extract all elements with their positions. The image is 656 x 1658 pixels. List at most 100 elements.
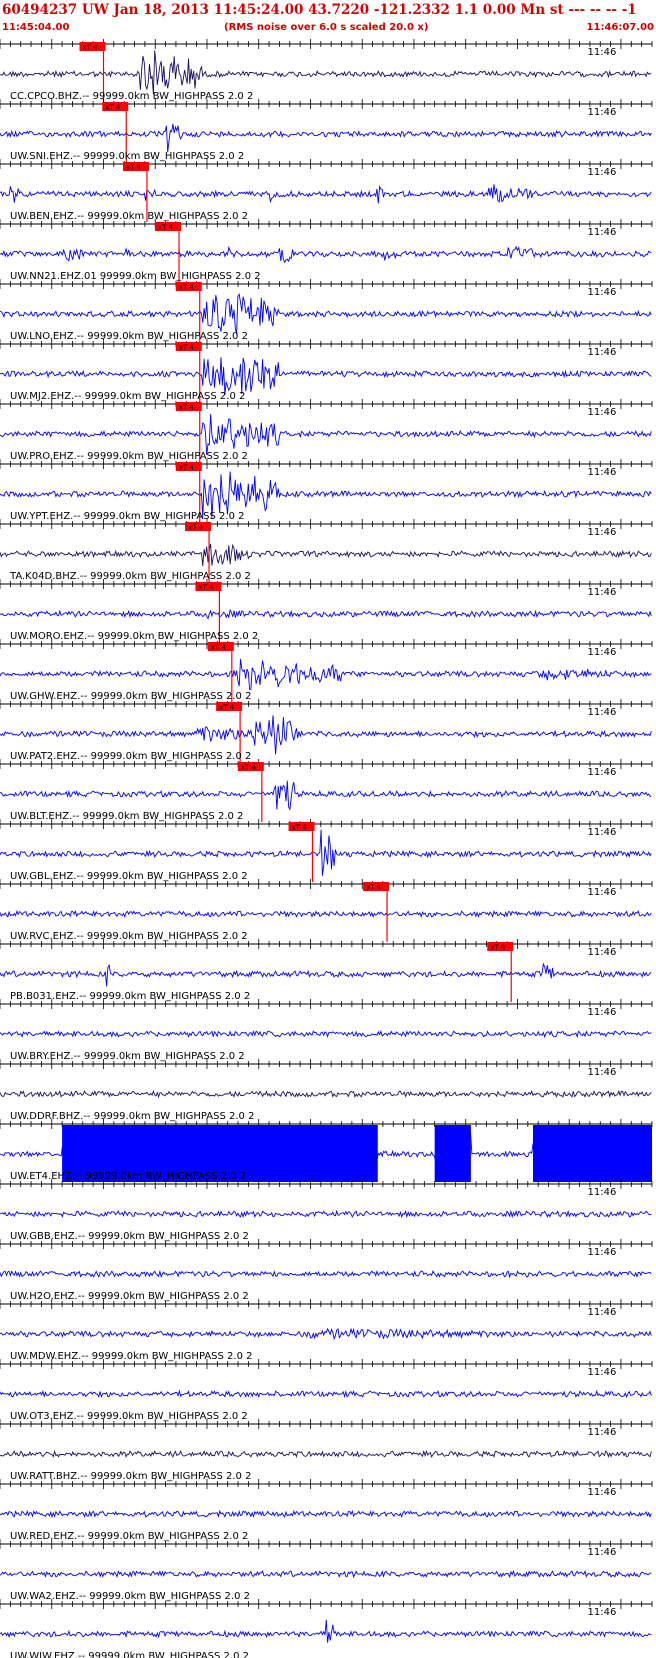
- station-label: UW.LNO.EHZ.-- 99999.0km BW_HIGHPASS 2.0 …: [10, 331, 248, 342]
- pick-label: xT 4: [292, 824, 308, 832]
- minute-label: 11:46: [588, 947, 617, 958]
- station-label: UW.MORO.EHZ.-- 99999.0km BW_HIGHPASS 2.0…: [10, 631, 258, 642]
- minute-label: 11:46: [588, 1067, 617, 1078]
- trace-row: 11:46 UW.RATT.BHZ.-- 99999.0km BW_HIGHPAS…: [0, 1419, 653, 1482]
- station-label: UW.NN21.EHZ.01 99999.0km BW_HIGHPASS 2.0…: [10, 271, 261, 282]
- trace-row: 11:46 xT 4 PB.B031.EHZ.-- 99999.0km BW_HIG…: [0, 939, 653, 1002]
- minute-label: 11:46: [588, 1307, 617, 1318]
- pick-label: xT 4: [126, 164, 142, 172]
- trace-row: 11:46 UW.GBB.EHZ.-- 99999.0km BW_HIGHPASS…: [0, 1179, 653, 1242]
- minute-label: 11:46: [588, 767, 617, 778]
- waveform: [0, 829, 652, 876]
- minute-label: 11:46: [588, 527, 617, 538]
- waveform: [0, 1030, 652, 1039]
- trace-row: 11:46 UW.DDRF.BHZ.-- 99999.0km BW_HIGHPAS…: [0, 1059, 653, 1122]
- pick-label: xT 4: [158, 224, 174, 232]
- waveform: [0, 1619, 652, 1643]
- pick-label: xT 4: [490, 944, 506, 952]
- minute-label: 11:46: [588, 107, 617, 118]
- waveform: [0, 184, 652, 204]
- event-title: 60494237 UW Jan 18, 2013 11:45:24.00 43.…: [2, 2, 637, 18]
- minute-label: 11:46: [588, 1007, 617, 1018]
- trace-row: 11:46 xT 4 UW.NN21.EHZ.01 99999.0km BW_HIG…: [0, 219, 653, 282]
- pick-label: xT 4: [179, 344, 195, 352]
- trace-row: 11:46 UW.BRY.EHZ.-- 99999.0km BW_HIGHPASS…: [0, 999, 653, 1062]
- clipped-signal: [434, 1125, 471, 1182]
- minute-label: 11:46: [588, 1607, 617, 1618]
- waveform: [0, 357, 652, 395]
- waveform: [0, 780, 652, 811]
- station-label: UW.PRO.EHZ.-- 99999.0km BW_HIGHPASS 2.0 …: [10, 451, 248, 462]
- pick-label: xT 4: [179, 464, 195, 472]
- station-label: UW.GHW.EHZ.-- 99999.0km BW_HIGHPASS 2.0 …: [10, 691, 251, 702]
- window-start-time: 11:45:04.00: [2, 22, 70, 33]
- waveform: [0, 1449, 652, 1458]
- station-label: UW.BEN.EHZ.-- 99999.0km BW_HIGHPASS 2.0 …: [10, 211, 248, 222]
- station-label: UW.WIW.EHZ.-- 99999.0km BW_HIGHPASS 2.0 …: [10, 1651, 249, 1658]
- pick-label: xT 4: [241, 764, 257, 772]
- station-label: UW.GBB.EHZ.-- 99999.0km BW_HIGHPASS 2.0 …: [10, 1231, 249, 1242]
- trace-row: 11:46 xT 4 CC.CPCO.BHZ.-- 99999.0km BW_HIG…: [0, 39, 653, 102]
- minute-label: 11:46: [588, 887, 617, 898]
- pick-label: xT 4: [179, 284, 195, 292]
- station-label: UW.DDRF.BHZ.-- 99999.0km BW_HIGHPASS 2.0…: [10, 1111, 254, 1122]
- waveform: [0, 608, 652, 620]
- trace-row: 11:46UW.ET4.EHZ.-- 99999.0km BW_HIGHPASS…: [0, 1119, 653, 1183]
- station-label: UW.RED.EHZ.-- 99999.0km BW_HIGHPASS 2.0 …: [10, 1531, 248, 1542]
- minute-label: 11:46: [588, 1247, 617, 1258]
- pick-label: xT 4: [366, 884, 382, 892]
- trace-row: 11:46 xT 4 UW.GBL.EHZ.-- 99999.0km BW_HIGH…: [0, 819, 653, 882]
- station-label: UW.BRY.EHZ.-- 99999.0km BW_HIGHPASS 2.0 …: [10, 1051, 245, 1062]
- pick-label: xT 4: [188, 524, 204, 532]
- minute-label: 11:46: [588, 1367, 617, 1378]
- pick-label: xT 4: [219, 704, 235, 712]
- minute-label: 11:46: [588, 1547, 617, 1558]
- record-header: 60494237 UW Jan 18, 2013 11:45:24.00 43.…: [0, 0, 656, 40]
- station-label: UW.RVC.EHZ.-- 99999.0km BW_HIGHPASS 2.0 …: [10, 931, 248, 942]
- station-label: CC.CPCO.BHZ.-- 99999.0km BW_HIGHPASS 2.0…: [10, 91, 253, 102]
- waveform: [0, 245, 652, 264]
- waveform: [0, 1089, 652, 1099]
- trace-row: 11:46 xT 4 UW.BLT.EHZ.-- 99999.0km BW_HIGH…: [0, 759, 653, 822]
- station-label: UW.RATT.BHZ.-- 99999.0km BW_HIGHPASS 2.0…: [10, 1471, 251, 1482]
- clipped-signal: [532, 1125, 652, 1182]
- waveform: [0, 1569, 652, 1579]
- minute-label: 11:46: [588, 167, 617, 178]
- station-label: UW.ET4.EHZ.-- 99999.0km BW_HIGHPASS 2.0 …: [10, 1171, 246, 1182]
- trace-row: 11:46 xT 4 UW.PRO.EHZ.-- 99999.0km BW_HIGH…: [0, 399, 653, 462]
- station-label: UW.MDW.EHZ.-- 99999.0km BW_HIGHPASS 2.0 …: [10, 1351, 253, 1362]
- minute-label: 11:46: [588, 647, 617, 658]
- trace-row: 11:46 xT 4 UW.LNO.EHZ.-- 99999.0km BW_HIGH…: [0, 279, 653, 342]
- station-label: UW.H2O.EHZ.-- 99999.0km BW_HIGHPASS 2.0 …: [10, 1291, 249, 1302]
- trace-row: 11:46 UW.RED.EHZ.-- 99999.0km BW_HIGHPASS…: [0, 1479, 653, 1542]
- station-label: UW.MJ2.EHZ.-- 99999.0km BW_HIGHPASS 2.0 …: [10, 391, 245, 402]
- trace-row: 11:46 xT 4 UW.PAT2.EHZ.-- 99999.0km BW_HIG…: [0, 699, 653, 762]
- trace-row: 11:46 xT 4 UW.BEN.EHZ.-- 99999.0km BW_HIGH…: [0, 159, 653, 222]
- waveform: [0, 414, 652, 455]
- waveform: [0, 1209, 652, 1219]
- waveform: [0, 909, 652, 919]
- trace-row: 11:46 UW.MDW.EHZ.-- 99999.0km BW_HIGHPASS…: [0, 1299, 653, 1362]
- minute-label: 11:46: [588, 227, 617, 238]
- minute-label: 11:46: [588, 587, 617, 598]
- trace-row: 11:46 xT 4 UW.GHW.EHZ.-- 99999.0km BW_HIGH…: [0, 639, 653, 702]
- station-label: UW.WA2.EHZ.-- 99999.0km BW_HIGHPASS 2.0 …: [10, 1591, 250, 1602]
- trace-row: 11:46 xT 4 UW.RVC.EHZ.-- 99999.0km BW_HIGH…: [0, 879, 653, 942]
- trace-row: 11:46 UW.OT3.EHZ.-- 99999.0km BW_HIGHPASS…: [0, 1359, 653, 1422]
- station-label: TA.K04D.BHZ.-- 99999.0km BW_HIGHPASS 2.0…: [9, 571, 251, 582]
- waveform: [0, 1389, 652, 1399]
- station-label: PB.B031.EHZ.-- 99999.0km BW_HIGHPASS 2.0…: [10, 991, 250, 1002]
- minute-label: 11:46: [588, 1427, 617, 1438]
- minute-label: 11:46: [588, 47, 617, 58]
- station-label: UW.YPT.EHZ.-- 99999.0km BW_HIGHPASS 2.0 …: [10, 511, 244, 522]
- trace-row: 11:46 xT 4 TA.K04D.BHZ.-- 99999.0km BW_HIG…: [0, 519, 653, 582]
- minute-label: 11:46: [588, 707, 617, 718]
- seismogram-plot: 11:46 xT 4 CC.CPCO.BHZ.-- 99999.0km BW_HIG…: [0, 39, 653, 1658]
- trace-row: 11:46 UW.WIW.EHZ.-- 99999.0km BW_HIGHPASS…: [0, 1599, 653, 1658]
- waveform: [0, 1509, 652, 1519]
- waveform: [0, 715, 652, 755]
- trace-row: 11:46 xT 4 UW.SNI.EHZ.-- 99999.0km BW_HIGH…: [0, 99, 653, 162]
- minute-label: 11:46: [588, 1187, 617, 1198]
- waveform: [0, 50, 652, 95]
- minute-label: 11:46: [588, 347, 617, 358]
